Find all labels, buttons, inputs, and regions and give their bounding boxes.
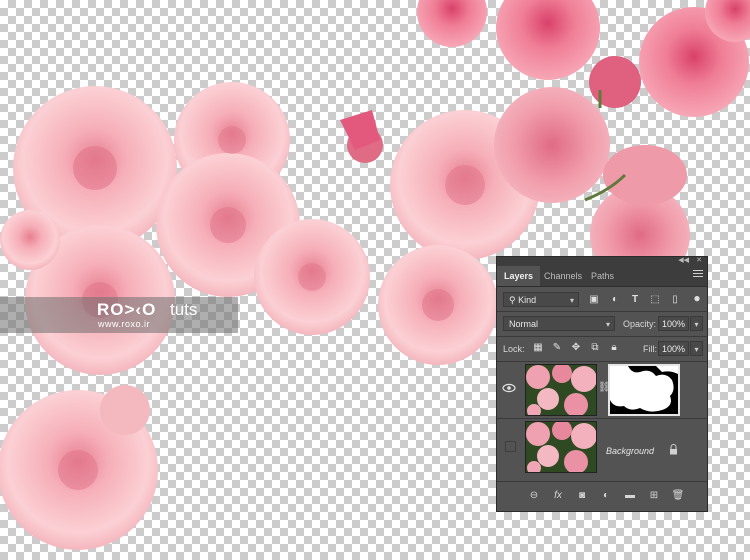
blend-mode-select[interactable]: Normal ▾	[503, 316, 615, 331]
fx-icon[interactable]: fx	[551, 489, 565, 503]
watermark-brand: RO>‹O	[97, 300, 157, 319]
lock-artboard-icon[interactable]: ⧉	[588, 341, 602, 355]
divider	[497, 336, 707, 337]
rose-thumbnail-image	[526, 422, 596, 472]
new-layer-icon[interactable]: ⊞	[647, 489, 661, 503]
shape-filter-icon[interactable]: ⬚	[648, 293, 662, 307]
link-layers-icon[interactable]: ⊖	[527, 489, 541, 503]
panel-title-strip: ◀◀ ✕	[497, 257, 707, 266]
close-icon[interactable]: ✕	[696, 256, 702, 264]
type-filter-icon[interactable]: T	[628, 293, 642, 307]
folder-icon[interactable]: ▬	[623, 489, 637, 503]
divider	[497, 311, 707, 312]
background-layer-name[interactable]: Background	[606, 446, 654, 456]
chevron-down-icon: ▾	[569, 296, 574, 305]
panel-footer: ⊖ fx ◙ ◐ ▬ ⊞ 🗑︎	[497, 483, 707, 511]
rose-thumbnail-image	[526, 365, 596, 415]
adjustment-filter-icon[interactable]: ◐	[608, 293, 622, 307]
panel-tab-bar: Layers Channels Paths	[497, 266, 707, 287]
watermark-suffix: tuts	[170, 300, 198, 319]
layer-thumbnail[interactable]	[525, 364, 597, 416]
filter-kind-select[interactable]: ⚲ Kind ▾	[503, 292, 579, 307]
tab-layers[interactable]: Layers	[497, 266, 541, 286]
visibility-toggle-empty[interactable]	[505, 441, 516, 452]
blend-mode-value: Normal	[509, 319, 539, 329]
eye-icon[interactable]	[502, 381, 516, 395]
filter-kind-label: Kind	[518, 295, 537, 305]
watermark-url: www.roxo.ir	[98, 319, 151, 329]
tab-paths[interactable]: Paths	[584, 266, 621, 286]
mask-icon[interactable]: ◙	[575, 489, 589, 503]
lock-brush-icon[interactable]: ✎	[550, 341, 564, 355]
lock-move-icon[interactable]: ✥	[569, 341, 583, 355]
pixel-filter-icon[interactable]: ▣	[587, 293, 601, 307]
background-thumbnail[interactable]	[525, 421, 597, 473]
fill-input[interactable]: 100%	[658, 341, 689, 356]
tab-channels[interactable]: Channels	[537, 266, 589, 286]
chevron-down-icon: ▾	[605, 320, 610, 329]
trash-icon[interactable]: 🗑︎	[671, 489, 685, 503]
fill-label: Fill:	[643, 344, 657, 354]
opacity-label: Opacity:	[623, 319, 657, 329]
layer-row-masked[interactable]: ⛓	[497, 362, 707, 416]
opacity-dropdown-button[interactable]: ▾	[690, 316, 703, 331]
watermark-banner: RO>‹O tuts www.roxo.ir	[0, 297, 238, 333]
lock-all-icon[interactable]: 🔒︎	[607, 341, 621, 355]
filter-toggle-icon[interactable]: ●	[690, 291, 704, 305]
layer-mask-thumbnail[interactable]	[608, 364, 680, 416]
smart-object-filter-icon[interactable]: ▯	[668, 293, 682, 307]
fill-dropdown-button[interactable]: ▾	[690, 341, 703, 356]
lock-transparent-icon[interactable]: ▦	[531, 341, 545, 355]
search-icon: ⚲	[509, 295, 519, 305]
divider	[497, 481, 707, 482]
adjustment-icon[interactable]: ◐	[599, 489, 613, 503]
panel-menu-icon[interactable]	[693, 270, 703, 279]
collapse-icon[interactable]: ◀◀	[678, 256, 689, 264]
mask-shape	[610, 366, 678, 414]
layers-panel: ◀◀ ✕ Layers Channels Paths ⚲ Kind ▾ ▣ ◐ …	[496, 256, 708, 512]
opacity-input[interactable]: 100%	[658, 316, 689, 331]
lock-icon	[670, 444, 677, 455]
lock-label: Lock:	[503, 344, 525, 354]
